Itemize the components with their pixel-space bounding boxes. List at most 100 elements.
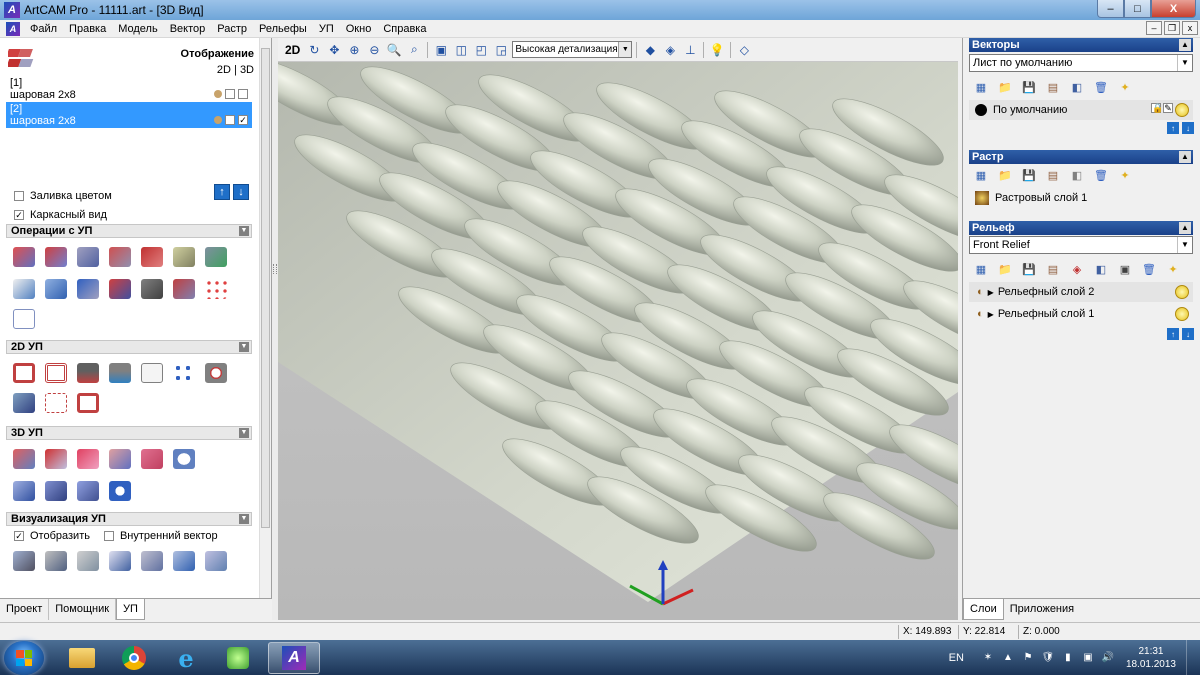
- engraving-icon[interactable]: [138, 360, 166, 386]
- layer-icon[interactable]: ▤: [1043, 260, 1063, 278]
- scrollbar-thumb[interactable]: [261, 48, 270, 528]
- simulation-settings-icon[interactable]: [202, 548, 230, 574]
- fill-color-option[interactable]: Заливка цветом: [14, 190, 112, 202]
- save-icon[interactable]: 💾: [1019, 260, 1039, 278]
- menu-edit[interactable]: Правка: [63, 23, 112, 35]
- toolpath-array-icon[interactable]: [202, 276, 230, 302]
- toolpath-visibility-checkbox[interactable]: [225, 89, 235, 99]
- reset-simulation-icon[interactable]: [138, 548, 166, 574]
- front-view-icon[interactable]: ◫: [452, 41, 470, 59]
- simulate-icon[interactable]: [170, 446, 198, 472]
- menu-model[interactable]: Модель: [112, 23, 163, 35]
- maximize-button[interactable]: □: [1124, 0, 1151, 18]
- relief-calc-icon[interactable]: ▣: [1115, 260, 1135, 278]
- relief-sheet-icon[interactable]: ◧: [1091, 260, 1111, 278]
- relief-layer-item[interactable]: ◐ ▶ Рельефный слой 2: [969, 282, 1193, 302]
- delete-icon[interactable]: 🗑: [1091, 166, 1111, 184]
- expand-arrow-icon[interactable]: ▶: [988, 310, 994, 319]
- move-up-icon[interactable]: ↑: [1167, 328, 1179, 340]
- tab-toolpaths[interactable]: УП: [116, 599, 145, 620]
- delete-toolpath-icon[interactable]: [138, 244, 166, 270]
- edit-toolpath-icon[interactable]: [74, 244, 102, 270]
- start-button[interactable]: [4, 641, 44, 675]
- show-desktop-button[interactable]: [1186, 640, 1200, 675]
- menu-bitmap[interactable]: Растр: [211, 23, 253, 35]
- simulate-all-icon[interactable]: [42, 548, 70, 574]
- drill-icon[interactable]: [74, 360, 102, 386]
- section-toolpath-operations[interactable]: Операции с УП ▼: [6, 224, 252, 238]
- vector-sheet-select[interactable]: Лист по умолчанию ▼: [969, 54, 1193, 72]
- menu-vector[interactable]: Вектор: [164, 23, 212, 35]
- collapse-icon[interactable]: ▼: [239, 514, 249, 524]
- open-folder-icon[interactable]: 📁: [995, 260, 1015, 278]
- clock[interactable]: 21:31 18.01.2013: [1126, 645, 1176, 671]
- detail-level-select[interactable]: Высокая детализация ▼: [512, 41, 633, 58]
- open-folder-icon[interactable]: 📁: [995, 78, 1015, 96]
- zoom-out-icon[interactable]: ⊖: [365, 41, 383, 59]
- raster-layer-item[interactable]: Растровый слой 1: [969, 188, 1193, 208]
- v-bit-carving-icon[interactable]: [106, 360, 134, 386]
- section-3d-toolpaths[interactable]: 3D УП ▼: [6, 426, 252, 440]
- rotate-toolpath-icon[interactable]: [106, 478, 134, 504]
- visibility-bulb-icon[interactable]: [1175, 307, 1189, 321]
- iso-view-icon[interactable]: ▣: [432, 41, 450, 59]
- block-setup-icon[interactable]: [10, 276, 38, 302]
- collapse-icon[interactable]: ▼: [239, 342, 249, 352]
- batch-calculate-icon[interactable]: [106, 276, 134, 302]
- profile-icon[interactable]: [10, 360, 38, 386]
- axes-icon[interactable]: ⊥: [681, 41, 699, 59]
- zoom-all-icon[interactable]: ⌕: [405, 41, 423, 59]
- move-up-icon[interactable]: ↑: [1167, 122, 1179, 134]
- mdi-close-button[interactable]: x: [1182, 21, 1198, 35]
- move-down-icon[interactable]: ↓: [233, 184, 249, 200]
- bevel-carving-icon[interactable]: [10, 390, 38, 416]
- feature-3d-icon[interactable]: [138, 446, 166, 472]
- vector-layer-item[interactable]: По умолчанию 🔒 ✎: [969, 100, 1193, 120]
- inner-vector-checkbox[interactable]: [103, 531, 114, 541]
- cut-out-icon[interactable]: [106, 446, 134, 472]
- explorer-taskbar-button[interactable]: [56, 642, 108, 674]
- relief-header[interactable]: Рельеф ▲: [969, 221, 1193, 235]
- feature-machining-icon[interactable]: [170, 360, 198, 386]
- toolpath-info-icon[interactable]: [42, 244, 70, 270]
- move-up-icon[interactable]: ↑: [214, 184, 230, 200]
- network-icon[interactable]: ▣: [1081, 651, 1095, 665]
- artcam-taskbar-button[interactable]: A: [268, 642, 320, 674]
- side-view-icon[interactable]: ◲: [492, 41, 510, 59]
- calculate-toolpath-icon[interactable]: [10, 244, 38, 270]
- visibility-bulb-icon[interactable]: [1175, 103, 1189, 117]
- new-sheet-icon[interactable]: ▦: [971, 78, 991, 96]
- menu-help[interactable]: Справка: [377, 23, 432, 35]
- fill-color-checkbox[interactable]: [14, 191, 24, 201]
- inlay-icon[interactable]: [202, 360, 230, 386]
- power-icon[interactable]: ▮: [1061, 651, 1075, 665]
- z-level-roughing-icon[interactable]: [42, 446, 70, 472]
- visibility-bulb-icon[interactable]: [1175, 285, 1189, 299]
- toolpath-report-icon[interactable]: [10, 306, 38, 332]
- toolpath-transform-icon[interactable]: [202, 244, 230, 270]
- merge-icon[interactable]: ◧: [1067, 166, 1087, 184]
- relief-layer-item[interactable]: ◐ ▶ Рельефный слой 1: [969, 304, 1193, 324]
- mdi-restore-button[interactable]: ❐: [1164, 21, 1180, 35]
- app-taskbar-button[interactable]: [212, 642, 264, 674]
- menu-window[interactable]: Окно: [340, 23, 378, 35]
- export-simulation-icon[interactable]: [170, 548, 198, 574]
- tab-apps[interactable]: Приложения: [1004, 599, 1080, 620]
- collapse-icon[interactable]: ▼: [239, 428, 249, 438]
- vectors-header[interactable]: Векторы ▲: [969, 38, 1193, 52]
- delete-icon[interactable]: 🗑: [1091, 78, 1111, 96]
- projection-icon[interactable]: [10, 478, 38, 504]
- language-indicator[interactable]: EN: [949, 652, 964, 664]
- shaded-view-icon[interactable]: ◆: [641, 41, 659, 59]
- splitter-grip[interactable]: [273, 264, 277, 274]
- layer-icon[interactable]: ▤: [1043, 166, 1063, 184]
- toolpath-template-icon[interactable]: [170, 244, 198, 270]
- move-down-icon[interactable]: ↓: [1182, 328, 1194, 340]
- area-clearance-icon[interactable]: [42, 360, 70, 386]
- toolpath-visibility-checkbox[interactable]: [225, 115, 235, 125]
- tab-project[interactable]: Проект: [0, 599, 50, 620]
- pen-icon[interactable]: ✎: [1163, 103, 1173, 113]
- collapse-icon[interactable]: ▲: [1179, 39, 1191, 51]
- collapse-icon[interactable]: ▲: [1179, 151, 1191, 163]
- waterline-icon[interactable]: [42, 478, 70, 504]
